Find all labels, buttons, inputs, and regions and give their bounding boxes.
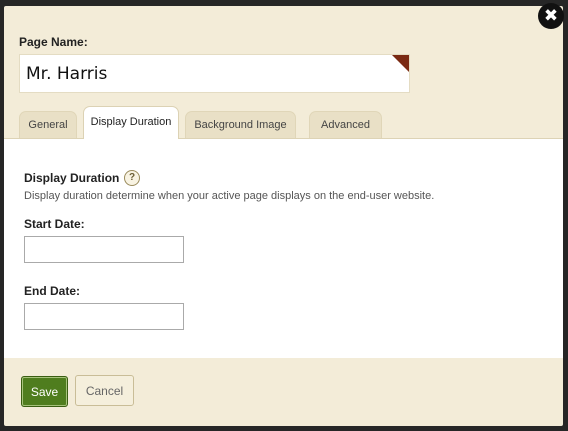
- page-name-input[interactable]: [20, 55, 386, 92]
- start-date-label: Start Date:: [24, 217, 85, 231]
- end-date-label: End Date:: [24, 284, 81, 298]
- page-name-label: Page Name:: [19, 35, 88, 49]
- corner-flag-icon: [392, 55, 409, 72]
- tab-advanced[interactable]: Advanced: [309, 111, 382, 138]
- save-button[interactable]: Save: [21, 376, 68, 407]
- cancel-button[interactable]: Cancel: [75, 375, 134, 406]
- page-settings-dialog: Page Name: General Display Duration Back…: [4, 6, 563, 426]
- page-name-field: [19, 54, 410, 93]
- close-icon[interactable]: ✖: [538, 3, 564, 29]
- section-description: Display duration determine when your act…: [24, 190, 435, 202]
- tab-background-image[interactable]: Background Image: [185, 111, 296, 138]
- modal-overlay: Page Name: General Display Duration Back…: [0, 0, 568, 431]
- help-icon[interactable]: ?: [124, 170, 140, 186]
- section-title: Display Duration: [24, 171, 120, 185]
- tab-bar: General Display Duration Background Imag…: [4, 106, 563, 139]
- tab-display-duration[interactable]: Display Duration: [83, 106, 179, 139]
- tab-general[interactable]: General: [19, 111, 77, 138]
- end-date-input[interactable]: [24, 303, 184, 330]
- start-date-input[interactable]: [24, 236, 184, 263]
- tab-content-panel: Display Duration ? Display duration dete…: [4, 138, 563, 358]
